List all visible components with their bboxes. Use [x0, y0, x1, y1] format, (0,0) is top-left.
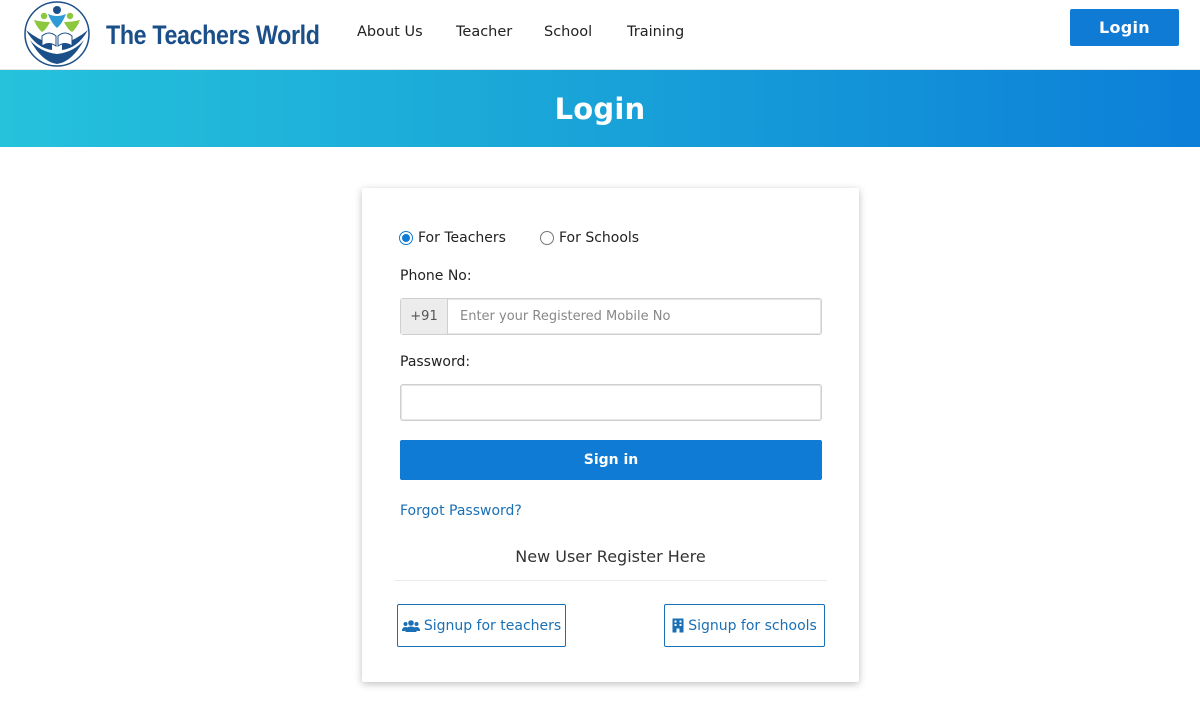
building-icon: [672, 618, 684, 633]
brand-name[interactable]: The Teachers World: [106, 20, 320, 51]
phone-input[interactable]: [448, 299, 821, 334]
login-card: For Teachers For Schools Phone No: +91 P…: [362, 188, 859, 682]
radio-for-schools[interactable]: For Schools: [540, 230, 639, 246]
nav-teacher[interactable]: Teacher: [456, 24, 512, 40]
signup-schools-button[interactable]: Signup for schools: [664, 604, 825, 647]
nav-training[interactable]: Training: [627, 24, 684, 40]
nav-about-us[interactable]: About Us: [357, 24, 423, 40]
register-heading: New User Register Here: [515, 547, 706, 566]
logo-icon[interactable]: [22, 0, 92, 68]
page-banner: Login: [0, 70, 1200, 147]
sign-in-button[interactable]: Sign in: [400, 440, 822, 480]
users-icon: [401, 619, 420, 632]
forgot-password-link[interactable]: Forgot Password?: [400, 503, 522, 519]
radio-for-teachers[interactable]: For Teachers: [399, 230, 506, 246]
radio-label-schools: For Schools: [559, 230, 640, 246]
signup-teachers-button[interactable]: Signup for teachers: [397, 604, 566, 647]
signup-teachers-label: Signup for teachers: [423, 617, 562, 634]
phone-label: Phone No:: [400, 268, 472, 284]
radio-unchecked-icon[interactable]: [540, 231, 554, 245]
phone-input-group: +91: [400, 298, 822, 335]
radio-checked-icon[interactable]: [399, 231, 413, 245]
password-label: Password:: [400, 354, 471, 370]
divider: [394, 580, 827, 581]
header-login-button[interactable]: Login: [1070, 9, 1179, 46]
phone-prefix: +91: [401, 299, 448, 334]
page-title: Login: [554, 91, 646, 126]
password-input[interactable]: [400, 384, 822, 421]
site-header: The Teachers World About Us Teacher Scho…: [0, 0, 1200, 70]
radio-label-teachers: For Teachers: [418, 230, 506, 246]
nav-school[interactable]: School: [544, 24, 592, 40]
signup-schools-label: Signup for schools: [688, 617, 817, 634]
